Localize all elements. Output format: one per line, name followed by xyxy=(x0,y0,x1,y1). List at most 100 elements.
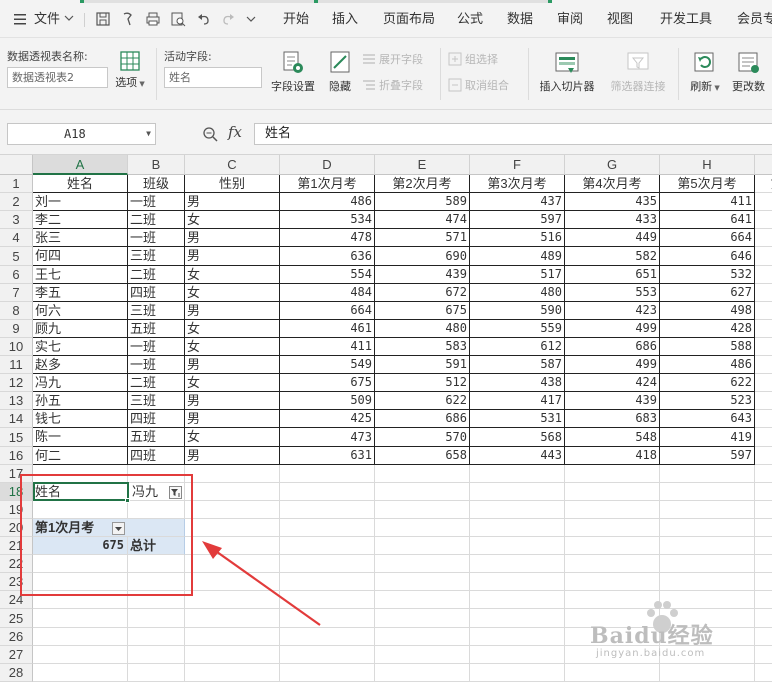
cell-f21[interactable] xyxy=(470,537,565,555)
cell-c7[interactable]: 女 xyxy=(185,284,280,302)
options-button[interactable]: 选项 ▼ xyxy=(110,50,150,90)
cell-a12[interactable]: 冯九 xyxy=(33,374,128,392)
filter-dropdown-icon[interactable] xyxy=(169,486,182,499)
cell-b6[interactable]: 二班 xyxy=(128,266,185,284)
cell-g23[interactable] xyxy=(565,573,660,591)
row-header-27[interactable]: 27 xyxy=(0,646,33,664)
cell-h10[interactable]: 588 xyxy=(660,338,755,356)
cell-h5[interactable]: 646 xyxy=(660,247,755,266)
row-header-4[interactable]: 4 xyxy=(0,229,33,247)
cell-b15[interactable]: 五班 xyxy=(128,428,185,447)
cell-c18[interactable] xyxy=(185,483,280,501)
hide-button[interactable]: 隐藏 xyxy=(324,50,356,94)
expand-field-button[interactable]: 展开字段 xyxy=(362,52,423,68)
column-header-g[interactable]: G xyxy=(565,155,660,175)
cell-g25[interactable] xyxy=(565,609,660,628)
cell-f10[interactable]: 612 xyxy=(470,338,565,356)
row-header-28[interactable]: 28 xyxy=(0,664,33,682)
cell-c17[interactable] xyxy=(185,465,280,483)
cell-e12[interactable]: 512 xyxy=(375,374,470,392)
cell-g14[interactable]: 683 xyxy=(565,410,660,428)
cell-h11[interactable]: 486 xyxy=(660,356,755,374)
cell-e2[interactable]: 589 xyxy=(375,193,470,211)
cell-b1[interactable]: 班级 xyxy=(128,175,185,193)
cell-g19[interactable] xyxy=(565,501,660,519)
cell-e9[interactable]: 480 xyxy=(375,320,470,338)
cell-a13[interactable]: 孙五 xyxy=(33,392,128,410)
row-header-8[interactable]: 8 xyxy=(0,302,33,320)
cell-i25[interactable] xyxy=(755,609,772,628)
cell-a3[interactable]: 李二 xyxy=(33,211,128,229)
cell-e19[interactable] xyxy=(375,501,470,519)
cell-e3[interactable]: 474 xyxy=(375,211,470,229)
cell-i6[interactable] xyxy=(755,266,772,284)
cell-e16[interactable]: 658 xyxy=(375,447,470,465)
filter-connections-button[interactable]: 筛选器连接 xyxy=(604,50,672,94)
row-header-10[interactable]: 10 xyxy=(0,338,33,356)
cell-e24[interactable] xyxy=(375,591,470,609)
cell-h28[interactable] xyxy=(660,664,755,682)
cell-a11[interactable]: 赵多 xyxy=(33,356,128,374)
cell-a19[interactable] xyxy=(33,501,128,519)
cell-d21[interactable] xyxy=(280,537,375,555)
cell-e17[interactable] xyxy=(375,465,470,483)
cell-d9[interactable]: 461 xyxy=(280,320,375,338)
cell-c16[interactable]: 男 xyxy=(185,447,280,465)
column-header-h[interactable]: H xyxy=(660,155,755,175)
cell-f9[interactable]: 559 xyxy=(470,320,565,338)
row-header-16[interactable]: 16 xyxy=(0,447,33,465)
row-header-20[interactable]: 20 xyxy=(0,519,33,537)
cell-e23[interactable] xyxy=(375,573,470,591)
cell-a6[interactable]: 王七 xyxy=(33,266,128,284)
cell-h1[interactable]: 第5次月考 xyxy=(660,175,755,193)
pivot-name-input[interactable]: 数据透视表2 xyxy=(7,67,108,88)
tab-page-layout[interactable]: 页面布局 xyxy=(383,10,435,30)
tab-data[interactable]: 数据 xyxy=(507,10,533,30)
cell-c2[interactable]: 男 xyxy=(185,193,280,211)
cell-g12[interactable]: 424 xyxy=(565,374,660,392)
cell-a16[interactable]: 何二 xyxy=(33,447,128,465)
row-header-1[interactable]: 1 xyxy=(0,175,33,193)
cell-g2[interactable]: 435 xyxy=(565,193,660,211)
cell-a15[interactable]: 陈一 xyxy=(33,428,128,447)
row-header-11[interactable]: 11 xyxy=(0,356,33,374)
cell-e15[interactable]: 570 xyxy=(375,428,470,447)
row-header-26[interactable]: 26 xyxy=(0,628,33,646)
cell-i21[interactable] xyxy=(755,537,772,555)
cell-c28[interactable] xyxy=(185,664,280,682)
tab-insert[interactable]: 插入 xyxy=(332,10,358,30)
cell-d11[interactable]: 549 xyxy=(280,356,375,374)
tab-view[interactable]: 视图 xyxy=(607,10,633,30)
cell-d25[interactable] xyxy=(280,609,375,628)
cell-f3[interactable]: 597 xyxy=(470,211,565,229)
cell-d27[interactable] xyxy=(280,646,375,664)
cell-i4[interactable] xyxy=(755,229,772,247)
cell-f8[interactable]: 590 xyxy=(470,302,565,320)
cell-h12[interactable]: 622 xyxy=(660,374,755,392)
cell-e7[interactable]: 672 xyxy=(375,284,470,302)
fx-icon[interactable]: fx xyxy=(228,123,242,141)
cell-h20[interactable] xyxy=(660,519,755,537)
column-header-a[interactable]: A xyxy=(33,155,128,175)
cell-f15[interactable]: 568 xyxy=(470,428,565,447)
cell-d2[interactable]: 486 xyxy=(280,193,375,211)
cell-d23[interactable] xyxy=(280,573,375,591)
cell-f17[interactable] xyxy=(470,465,565,483)
tab-developer[interactable]: 开发工具 xyxy=(660,10,712,30)
cell-h27[interactable] xyxy=(660,646,755,664)
tab-home[interactable]: 开始 xyxy=(283,10,309,30)
hamburger-menu-icon[interactable] xyxy=(12,11,28,27)
cell-g6[interactable]: 651 xyxy=(565,266,660,284)
cell-h24[interactable] xyxy=(660,591,755,609)
cell-f22[interactable] xyxy=(470,555,565,573)
cell-c15[interactable]: 女 xyxy=(185,428,280,447)
cell-h7[interactable]: 627 xyxy=(660,284,755,302)
cell-h19[interactable] xyxy=(660,501,755,519)
cell-f12[interactable]: 438 xyxy=(470,374,565,392)
cell-b8[interactable]: 三班 xyxy=(128,302,185,320)
cell-g13[interactable]: 439 xyxy=(565,392,660,410)
cell-h2[interactable]: 411 xyxy=(660,193,755,211)
cell-c8[interactable]: 男 xyxy=(185,302,280,320)
cell-c11[interactable]: 男 xyxy=(185,356,280,374)
cell-f2[interactable]: 437 xyxy=(470,193,565,211)
